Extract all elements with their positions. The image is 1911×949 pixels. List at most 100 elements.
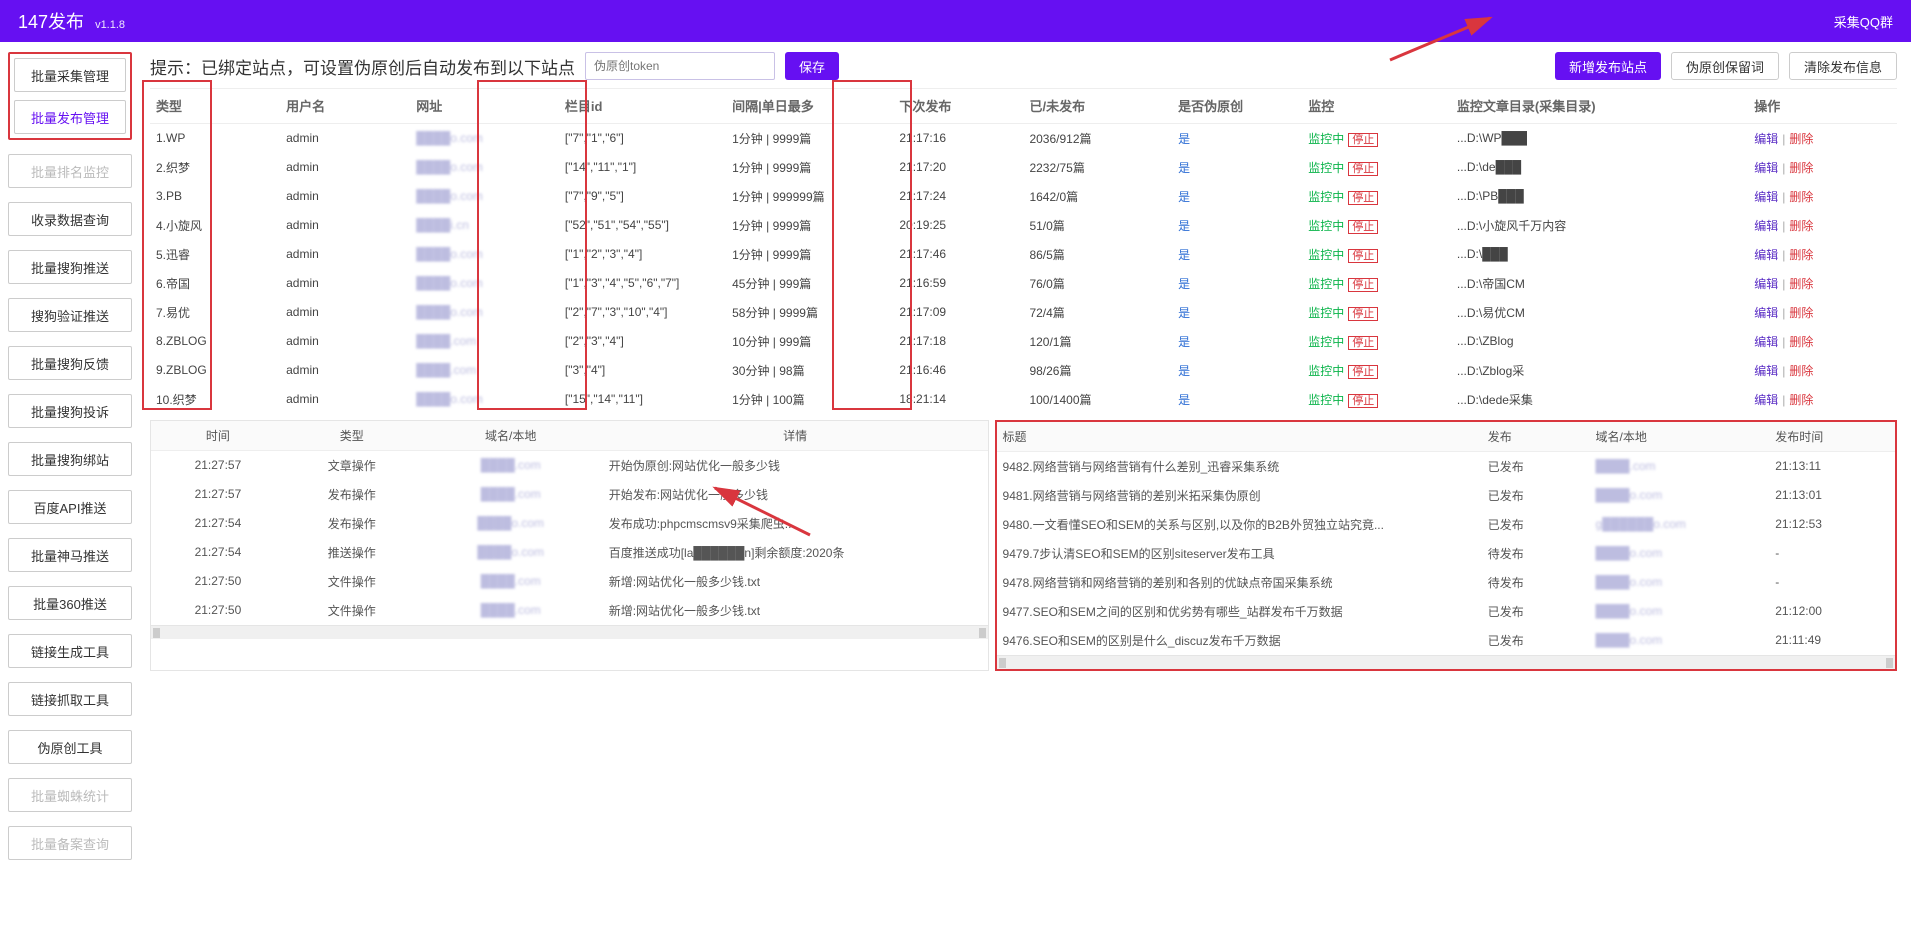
monitor-stop-button[interactable]: 停止: [1348, 307, 1378, 321]
cell-next: 21:17:16: [893, 123, 1023, 153]
log-scrollbar[interactable]: [151, 625, 988, 639]
sidebar-sogou-verify[interactable]: 搜狗验证推送: [8, 298, 132, 332]
monitor-status: 监控中: [1308, 393, 1344, 407]
sidebar: 批量采集管理 批量发布管理 批量排名监控 收录数据查询 批量搜狗推送 搜狗验证推…: [0, 42, 140, 870]
delete-link[interactable]: 删除: [1789, 393, 1813, 407]
monitor-stop-button[interactable]: 停止: [1348, 278, 1378, 292]
log-detail: 开始发布:网站优化一般多少钱: [603, 480, 988, 509]
cell-user: admin: [280, 269, 410, 298]
sidebar-sogou-push[interactable]: 批量搜狗推送: [8, 250, 132, 284]
sidebar-batch-collect[interactable]: 批量采集管理: [14, 58, 126, 92]
cell-pw: 是: [1172, 385, 1302, 414]
pub-status: 待发布: [1482, 568, 1590, 597]
log-type: 发布操作: [285, 509, 419, 538]
delete-link[interactable]: 删除: [1789, 335, 1813, 349]
sidebar-sogou-bind[interactable]: 批量搜狗绑站: [8, 442, 132, 476]
cell-interval: 1分钟 | 9999篇: [726, 153, 893, 182]
cell-interval: 45分钟 | 999篇: [726, 269, 893, 298]
delete-link[interactable]: 删除: [1789, 190, 1813, 204]
delete-link[interactable]: 删除: [1789, 306, 1813, 320]
table-row[interactable]: 6.帝国admin████o.com["1","3","4","5","6","…: [150, 269, 1897, 298]
sidebar-group-highlight: 批量采集管理 批量发布管理: [8, 52, 132, 140]
delete-link[interactable]: 删除: [1789, 161, 1813, 175]
log-table: 时间 类型 域名/本地 详情 21:27:57文章操作████.com开始伪原创…: [151, 421, 988, 625]
pseudo-token-input[interactable]: [585, 52, 775, 80]
cell-monitor: 监控中停止: [1302, 327, 1451, 356]
sidebar-360-push[interactable]: 批量360推送: [8, 586, 132, 620]
table-row[interactable]: 1.WPadmin████o.com["7","1","6"]1分钟 | 999…: [150, 123, 1897, 153]
cell-pw: 是: [1172, 153, 1302, 182]
sidebar-batch-publish[interactable]: 批量发布管理: [14, 100, 126, 134]
edit-link[interactable]: 编辑: [1754, 364, 1778, 378]
cell-next: 21:16:59: [893, 269, 1023, 298]
table-row[interactable]: 3.PBadmin████o.com["7","9","5"]1分钟 | 999…: [150, 182, 1897, 211]
delete-link[interactable]: 删除: [1789, 219, 1813, 233]
table-row[interactable]: 8.ZBLOGadmin████.com["2","3","4"]10分钟 | …: [150, 327, 1897, 356]
monitor-stop-button[interactable]: 停止: [1348, 162, 1378, 176]
delete-link[interactable]: 删除: [1789, 364, 1813, 378]
table-row[interactable]: 5.迅睿admin████o.com["1","2","3","4"]1分钟 |…: [150, 240, 1897, 269]
monitor-stop-button[interactable]: 停止: [1348, 365, 1378, 379]
sidebar-shenma-push[interactable]: 批量神马推送: [8, 538, 132, 572]
monitor-stop-button[interactable]: 停止: [1348, 220, 1378, 234]
monitor-stop-button[interactable]: 停止: [1348, 191, 1378, 205]
qq-group-link[interactable]: 采集QQ群: [1834, 12, 1893, 31]
pub-domain: ████o.com: [1590, 481, 1770, 510]
monitor-stop-button[interactable]: 停止: [1348, 249, 1378, 263]
cell-interval: 1分钟 | 9999篇: [726, 211, 893, 240]
cell-dir: ...D:\小旋风千万内容: [1451, 211, 1748, 240]
sidebar-sogou-feedback[interactable]: 批量搜狗反馈: [8, 346, 132, 380]
save-button[interactable]: 保存: [785, 52, 839, 80]
log-domain: ████.com: [419, 450, 603, 480]
edit-link[interactable]: 编辑: [1754, 306, 1778, 320]
sidebar-baidu-api[interactable]: 百度API推送: [8, 490, 132, 524]
edit-link[interactable]: 编辑: [1754, 335, 1778, 349]
monitor-status: 监控中: [1308, 248, 1344, 262]
pub-col-status: 发布: [1482, 422, 1590, 452]
pub-scrollbar[interactable]: [997, 655, 1895, 669]
pub-time: 21:11:49: [1769, 626, 1895, 655]
edit-link[interactable]: 编辑: [1754, 132, 1778, 146]
monitor-stop-button[interactable]: 停止: [1348, 394, 1378, 408]
cell-ops: 编辑|删除: [1748, 153, 1897, 182]
monitor-status: 监控中: [1308, 364, 1344, 378]
cell-pw: 是: [1172, 298, 1302, 327]
edit-link[interactable]: 编辑: [1754, 393, 1778, 407]
edit-link[interactable]: 编辑: [1754, 190, 1778, 204]
log-row: 21:27:54发布操作████o.com发布成功:phpcmscmsv9采集爬…: [151, 509, 988, 538]
sidebar-index-query[interactable]: 收录数据查询: [8, 202, 132, 236]
edit-link[interactable]: 编辑: [1754, 248, 1778, 262]
cell-type: 5.迅睿: [150, 240, 280, 269]
col-type: 类型: [150, 89, 280, 123]
delete-link[interactable]: 删除: [1789, 132, 1813, 146]
edit-link[interactable]: 编辑: [1754, 277, 1778, 291]
delete-link[interactable]: 删除: [1789, 277, 1813, 291]
add-site-button[interactable]: 新增发布站点: [1555, 52, 1661, 80]
sidebar-link-crawl[interactable]: 链接抓取工具: [8, 682, 132, 716]
monitor-stop-button[interactable]: 停止: [1348, 133, 1378, 147]
cell-type: 9.ZBLOG: [150, 356, 280, 385]
clear-publish-button[interactable]: 清除发布信息: [1789, 52, 1897, 80]
edit-link[interactable]: 编辑: [1754, 161, 1778, 175]
table-row[interactable]: 4.小旋风admin████i.cn["52","51","54","55"]1…: [150, 211, 1897, 240]
sidebar-link-gen[interactable]: 链接生成工具: [8, 634, 132, 668]
monitor-status: 监控中: [1308, 335, 1344, 349]
monitor-status: 监控中: [1308, 306, 1344, 320]
cell-dir: ...D:\PB███: [1451, 182, 1748, 211]
cell-colid: ["1","2","3","4"]: [559, 240, 726, 269]
table-row[interactable]: 7.易优admin████o.com["2","7","3","10","4"]…: [150, 298, 1897, 327]
sidebar-sogou-complain[interactable]: 批量搜狗投诉: [8, 394, 132, 428]
table-row[interactable]: 2.织梦admin████o.com["14","11","1"]1分钟 | 9…: [150, 153, 1897, 182]
log-row: 21:27:57发布操作████.com开始发布:网站优化一般多少钱: [151, 480, 988, 509]
edit-link[interactable]: 编辑: [1754, 219, 1778, 233]
table-row[interactable]: 9.ZBLOGadmin████.com["3","4"]30分钟 | 98篇2…: [150, 356, 1897, 385]
cell-pw: 是: [1172, 211, 1302, 240]
monitor-stop-button[interactable]: 停止: [1348, 336, 1378, 350]
table-row[interactable]: 10.织梦admin████o.com["15","14","11"]1分钟 |…: [150, 385, 1897, 414]
col-pw: 是否伪原创: [1172, 89, 1302, 123]
cell-pw: 是: [1172, 240, 1302, 269]
cell-ops: 编辑|删除: [1748, 385, 1897, 414]
delete-link[interactable]: 删除: [1789, 248, 1813, 262]
preserve-words-button[interactable]: 伪原创保留词: [1671, 52, 1779, 80]
sidebar-pseudo-orig[interactable]: 伪原创工具: [8, 730, 132, 764]
